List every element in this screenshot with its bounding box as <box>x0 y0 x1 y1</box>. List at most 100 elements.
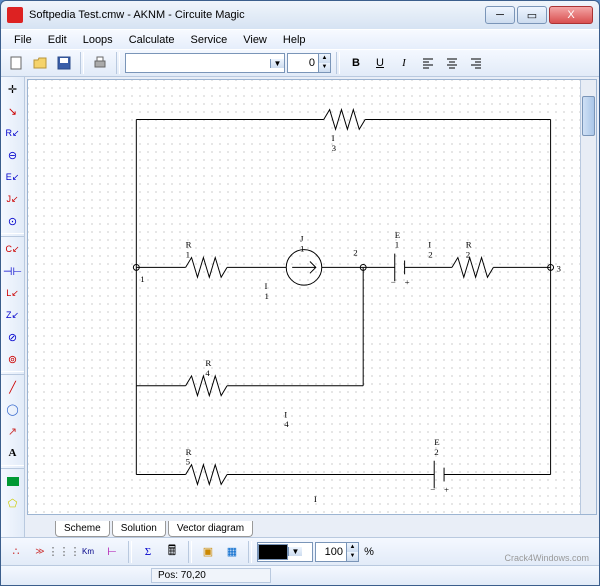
text-tool[interactable]: A <box>3 443 23 463</box>
svg-text:+: + <box>444 484 449 494</box>
svg-text:3: 3 <box>557 263 562 273</box>
spin-down[interactable]: ▼ <box>347 552 358 561</box>
scrollbar-thumb[interactable] <box>582 96 595 136</box>
rect-tool[interactable] <box>3 471 23 491</box>
menu-edit[interactable]: Edit <box>41 32 74 48</box>
canvas-container: I3 −+ <box>27 79 597 515</box>
svg-text:R: R <box>466 240 472 250</box>
menubar: File Edit Loops Calculate Service View H… <box>1 29 599 49</box>
capacitor-tool[interactable]: C↙ <box>3 239 23 259</box>
align-right-button[interactable] <box>465 52 487 74</box>
svg-text:5: 5 <box>186 457 191 467</box>
align-left-button[interactable] <box>417 52 439 74</box>
spin-up[interactable]: ▲ <box>347 543 358 552</box>
line-tool[interactable]: ╱ <box>3 377 23 397</box>
separator <box>80 52 84 74</box>
sigma-button[interactable]: Σ <box>137 541 159 563</box>
svg-text:1: 1 <box>265 291 269 301</box>
tool-b[interactable]: ▦ <box>221 541 243 563</box>
align-center-button[interactable] <box>441 52 463 74</box>
italic-button[interactable]: I <box>393 52 415 74</box>
current-source-tool[interactable]: J↙ <box>3 189 23 209</box>
svg-text:2: 2 <box>466 250 470 260</box>
inductor-tool[interactable]: ⊙ <box>3 211 23 231</box>
new-button[interactable] <box>5 52 27 74</box>
ground-tool[interactable]: ⊚ <box>3 349 23 369</box>
close-button[interactable]: X <box>549 6 593 24</box>
calc-button[interactable]: 🖩 <box>161 541 183 563</box>
inductance-tool[interactable]: L↙ <box>3 283 23 303</box>
bold-button[interactable]: B <box>345 52 367 74</box>
circle-tool[interactable]: ◯ <box>3 399 23 419</box>
grid-button[interactable]: ⋮⋮⋮ <box>53 541 75 563</box>
arrow-tool[interactable]: ↗ <box>3 421 23 441</box>
svg-text:E: E <box>395 230 400 240</box>
nodes-button[interactable]: ∴ <box>5 541 27 563</box>
chevron-down-icon[interactable]: ▼ <box>270 59 284 68</box>
open-button[interactable] <box>29 52 51 74</box>
impedance-tool[interactable]: Z↙ <box>3 305 23 325</box>
tab-scheme[interactable]: Scheme <box>55 521 110 537</box>
maximize-button[interactable]: ▭ <box>517 6 547 24</box>
pointer-tool[interactable]: ✛ <box>3 79 23 99</box>
cap-icon[interactable]: ⊣⊢ <box>3 261 23 281</box>
status-pos: Pos: 70,20 <box>151 568 271 583</box>
tab-solution[interactable]: Solution <box>112 521 166 537</box>
font-combo[interactable]: ▼ <box>125 53 285 73</box>
work-area: ✛ ↘ R↙ ⊖ E↙ J↙ ⊙ C↙ ⊣⊢ L↙ Z↙ ⊘ ⊚ ╱ ◯ ↗ A… <box>1 77 599 537</box>
menu-help[interactable]: Help <box>276 32 313 48</box>
left-toolbar: ✛ ↘ R↙ ⊖ E↙ J↙ ⊙ C↙ ⊣⊢ L↙ Z↙ ⊘ ⊚ ╱ ◯ ↗ A… <box>1 77 25 537</box>
branch-button[interactable]: ⊢ <box>101 541 123 563</box>
menu-view[interactable]: View <box>236 32 274 48</box>
percent-label: % <box>361 541 377 563</box>
menu-loops[interactable]: Loops <box>76 32 120 48</box>
svg-text:2: 2 <box>434 447 438 457</box>
svg-text:I: I <box>332 133 335 143</box>
separator <box>128 541 132 563</box>
zoom-value: 100 <box>316 546 346 558</box>
emf-tool[interactable]: E↙ <box>3 167 23 187</box>
status-bar: Pos: 70,20 <box>1 565 599 585</box>
meter-tool[interactable]: ⊘ <box>3 327 23 347</box>
save-button[interactable] <box>53 52 75 74</box>
wire-tool[interactable]: ⊖ <box>3 145 23 165</box>
app-window: Softpedia Test.cmw - AKNM - Circuite Mag… <box>0 0 600 586</box>
spin-down[interactable]: ▼ <box>319 63 330 72</box>
chevron-down-icon[interactable]: ▼ <box>288 547 302 556</box>
vertical-scrollbar[interactable] <box>580 80 596 514</box>
svg-text:−: − <box>391 277 396 287</box>
divider <box>1 465 24 469</box>
svg-text:R: R <box>186 240 192 250</box>
size-spinner[interactable]: 0 ▲▼ <box>287 53 331 73</box>
watermark: Crack4Windows.com <box>504 553 589 563</box>
node-tool[interactable]: ↘ <box>3 101 23 121</box>
polygon-tool[interactable]: ⬠ <box>3 493 23 513</box>
svg-text:I: I <box>284 409 287 419</box>
matrix-button[interactable]: Km <box>77 541 99 563</box>
underline-button[interactable]: U <box>369 52 391 74</box>
tab-vector[interactable]: Vector diagram <box>168 521 253 537</box>
menu-calculate[interactable]: Calculate <box>122 32 182 48</box>
zoom-spinner[interactable]: 100 ▲▼ <box>315 542 359 562</box>
color-combo[interactable]: ▼ <box>257 542 313 562</box>
svg-text:J: J <box>300 234 304 244</box>
menu-service[interactable]: Service <box>184 32 235 48</box>
app-icon <box>7 7 23 23</box>
bottom-tabs: Scheme Solution Vector diagram <box>25 517 599 537</box>
svg-text:2: 2 <box>353 248 357 258</box>
size-value: 0 <box>288 57 318 69</box>
resistor-tool[interactable]: R↙ <box>3 123 23 143</box>
circuit-canvas[interactable]: I3 −+ <box>28 80 580 514</box>
spin-up[interactable]: ▲ <box>319 54 330 63</box>
svg-text:3: 3 <box>332 143 337 153</box>
svg-text:R: R <box>205 358 211 368</box>
svg-text:R: R <box>186 447 192 457</box>
svg-text:4: 4 <box>205 368 210 378</box>
circuit-diagram: I3 −+ <box>28 80 580 514</box>
svg-text:1: 1 <box>395 240 399 250</box>
print-button[interactable] <box>89 52 111 74</box>
svg-text:I: I <box>428 240 431 250</box>
minimize-button[interactable]: ─ <box>485 6 515 24</box>
menu-file[interactable]: File <box>7 32 39 48</box>
tool-a[interactable]: ▣ <box>197 541 219 563</box>
